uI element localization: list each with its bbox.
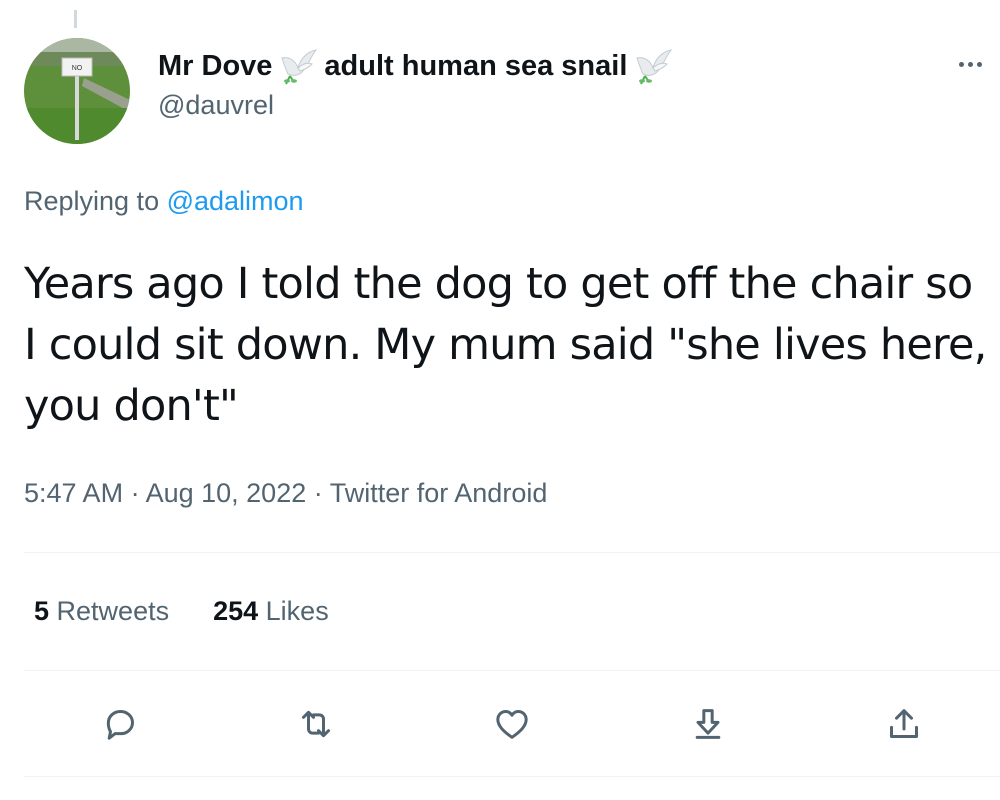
retweet-icon: [302, 710, 330, 738]
replying-to-label: Replying to: [24, 186, 167, 216]
share-icon: [890, 709, 918, 738]
like-button[interactable]: [488, 700, 536, 748]
bookmark-button[interactable]: [684, 700, 732, 748]
engagement-stats: 5 Retweets 254 Likes: [34, 596, 329, 627]
more-dots-icon: [967, 61, 973, 67]
avatar[interactable]: NO: [24, 38, 130, 144]
more-dots-icon: [958, 61, 964, 67]
tweet-time[interactable]: 5:47 AM: [24, 478, 123, 508]
speech-bubble-icon: [106, 710, 134, 740]
bio-name: adult human sea snail: [324, 49, 628, 82]
reply-button[interactable]: [96, 700, 144, 748]
replying-to-line: Replying to @adalimon: [24, 186, 304, 217]
likes-count: 254: [213, 596, 259, 626]
divider: [24, 776, 1000, 777]
reply-mention-link[interactable]: @adalimon: [167, 186, 304, 216]
meta-separator: ·: [123, 478, 146, 508]
tweet-meta: 5:47 AM · Aug 10, 2022 · Twitter for And…: [24, 478, 547, 509]
retweets-stat[interactable]: 5 Retweets: [34, 596, 169, 627]
download-icon: [695, 709, 721, 739]
tweet-date[interactable]: Aug 10, 2022: [146, 478, 307, 508]
retweets-label: Retweets: [49, 596, 170, 626]
name-row: Mr Dove adult human sea snail: [158, 46, 920, 86]
divider: [24, 670, 1000, 671]
divider: [24, 552, 1000, 553]
retweets-count: 5: [34, 596, 50, 626]
more-options-button[interactable]: [950, 50, 990, 78]
heart-icon: [496, 710, 528, 739]
more-dots-icon: [976, 61, 982, 67]
tweet-header: Mr Dove adult human sea snail @dauvrel: [158, 46, 920, 121]
display-name[interactable]: Mr Dove: [158, 50, 272, 83]
avatar-sign-text: NO: [72, 65, 83, 72]
tweet-text: Years ago I told the dog to get off the …: [24, 259, 987, 431]
action-bar: [0, 700, 1000, 750]
avatar-image: NO: [24, 38, 130, 144]
tweet-source[interactable]: Twitter for Android: [330, 478, 548, 508]
likes-stat[interactable]: 254 Likes: [213, 596, 329, 627]
dove-emoji-icon: [278, 46, 318, 86]
share-button[interactable]: [880, 700, 928, 748]
meta-separator: ·: [306, 478, 330, 508]
user-handle[interactable]: @dauvrel: [158, 90, 920, 121]
dove-emoji-icon: [633, 46, 673, 86]
thread-connector-line: [74, 10, 77, 28]
retweet-button[interactable]: [292, 700, 340, 748]
likes-label: Likes: [258, 596, 329, 626]
